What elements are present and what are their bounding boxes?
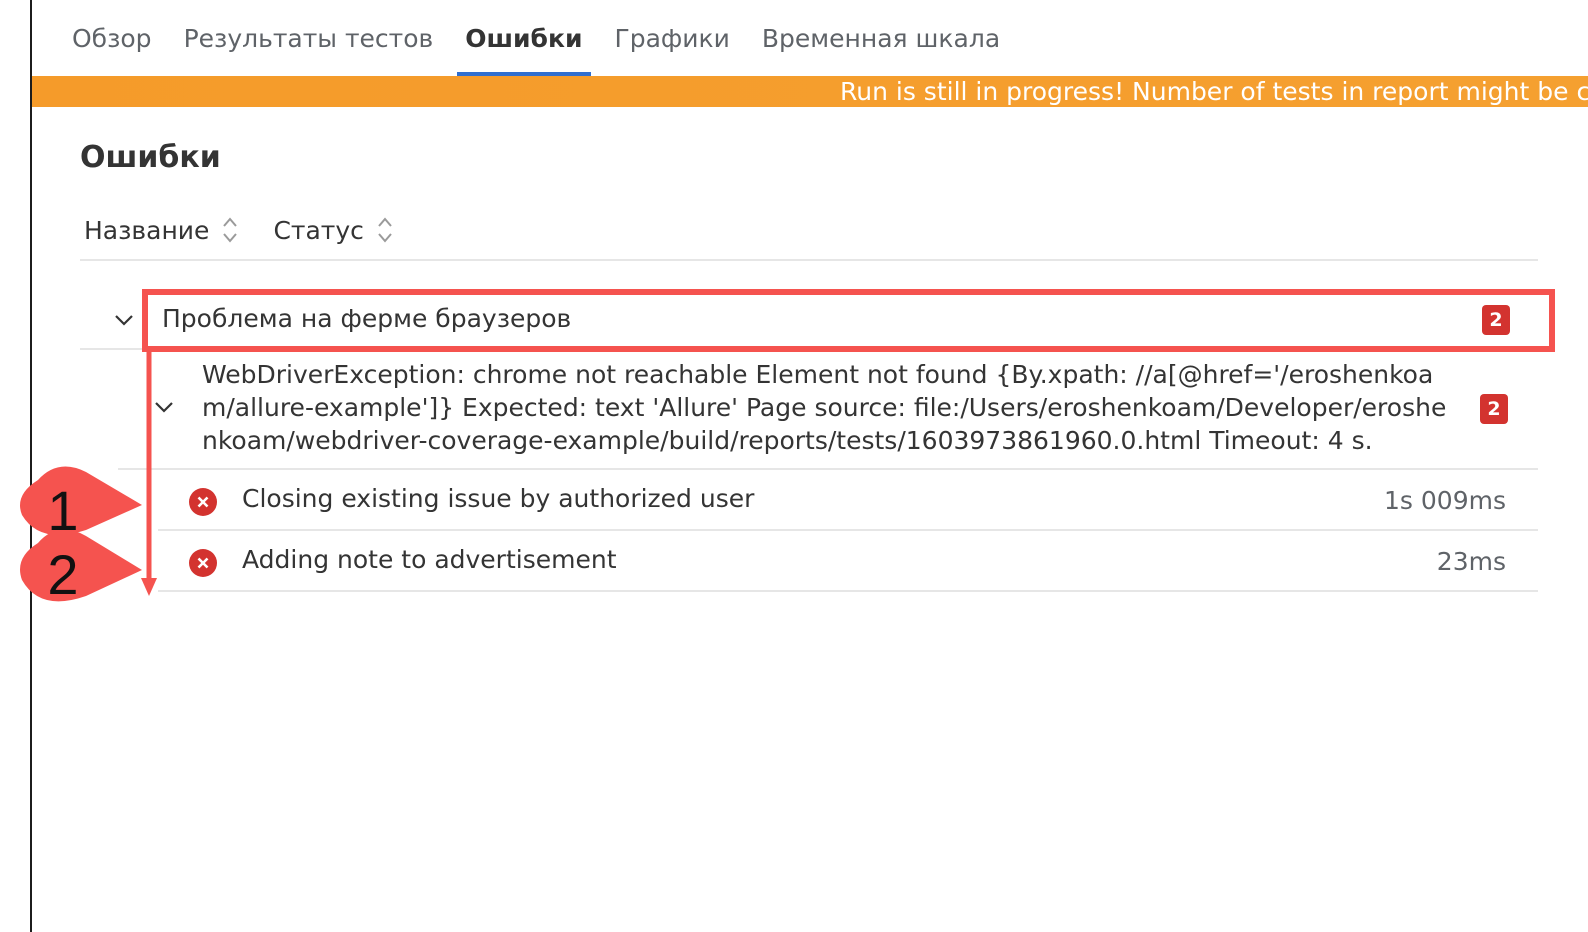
category-group-row[interactable]: Проблема на ферме браузеров 2 bbox=[80, 292, 1538, 350]
sort-name-label: Название bbox=[84, 215, 210, 245]
test-name: Adding note to advertisement bbox=[242, 545, 617, 574]
callout-2-number: 2 bbox=[47, 543, 79, 606]
run-in-progress-banner: Run is still in progress! Number of test… bbox=[32, 76, 1588, 107]
page-title: Ошибки bbox=[80, 140, 221, 175]
tab-test-results[interactable]: Результаты тестов bbox=[168, 0, 450, 76]
failed-count-badge: 2 bbox=[1482, 305, 1510, 335]
test-duration: 23ms bbox=[1436, 547, 1506, 576]
column-header: Название Статус bbox=[80, 214, 1538, 261]
chevron-down-icon[interactable] bbox=[112, 308, 136, 332]
tab-errors[interactable]: Ошибки bbox=[449, 0, 598, 76]
sort-by-status[interactable]: Статус bbox=[269, 214, 393, 246]
tab-timeline[interactable]: Временная шкала bbox=[746, 0, 1016, 76]
sort-status-label: Статус bbox=[273, 215, 364, 245]
tab-overview[interactable]: Обзор bbox=[56, 0, 168, 76]
test-row[interactable]: Adding note to advertisement 23ms bbox=[158, 531, 1538, 592]
category-label: Проблема на ферме браузеров bbox=[162, 304, 572, 333]
failed-status-icon bbox=[189, 549, 217, 577]
test-duration: 1s 009ms bbox=[1384, 486, 1506, 515]
chevron-down-icon[interactable] bbox=[152, 395, 176, 419]
bracket-arrow-head bbox=[141, 578, 157, 596]
error-message-text: WebDriverException: chrome not reachable… bbox=[202, 360, 1447, 455]
window-left-border bbox=[30, 0, 32, 932]
banner-text: Run is still in progress! Number of test… bbox=[840, 77, 1588, 106]
sort-arrows-icon bbox=[223, 217, 238, 243]
callout-1-number: 1 bbox=[47, 479, 79, 542]
failed-count-badge: 2 bbox=[1480, 394, 1508, 424]
sort-by-name[interactable]: Название bbox=[80, 214, 239, 246]
tab-graphs[interactable]: Графики bbox=[599, 0, 746, 76]
failed-status-icon bbox=[189, 488, 217, 516]
test-name: Closing existing issue by authorized use… bbox=[242, 484, 755, 513]
report-tabs: Обзор Результаты тестов Ошибки Графики В… bbox=[56, 0, 1016, 76]
test-row[interactable]: Closing existing issue by authorized use… bbox=[158, 470, 1538, 531]
error-message-row[interactable]: WebDriverException: chrome not reachable… bbox=[118, 350, 1538, 470]
sort-arrows-icon bbox=[378, 217, 392, 243]
